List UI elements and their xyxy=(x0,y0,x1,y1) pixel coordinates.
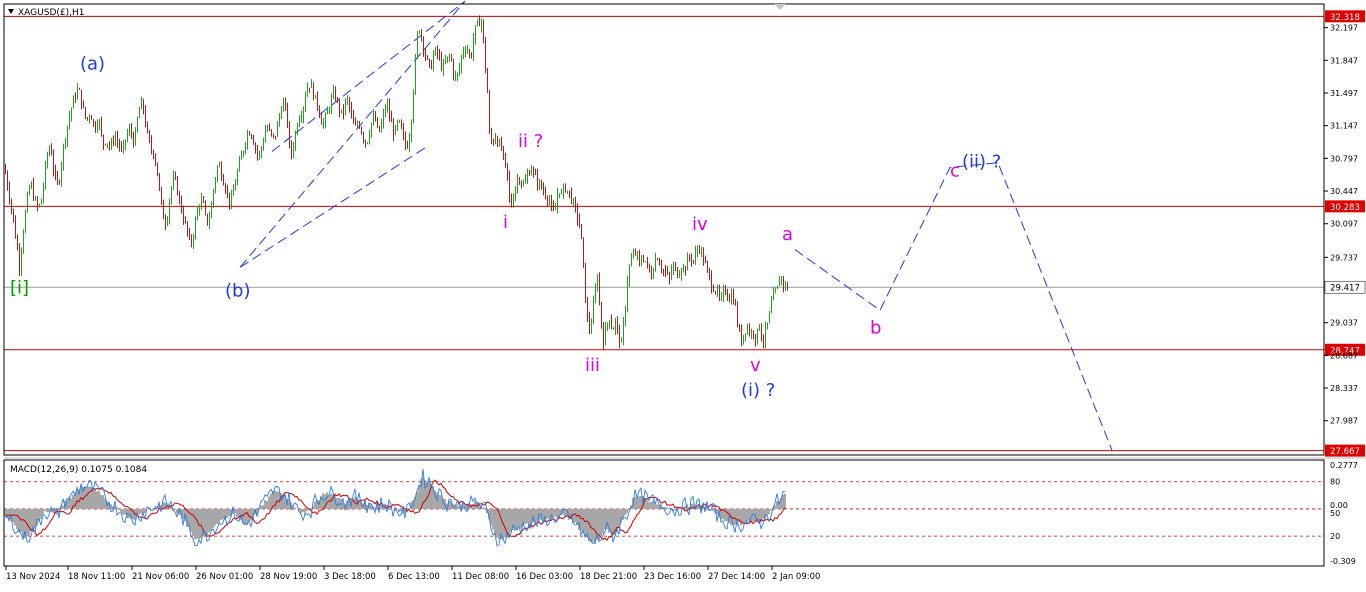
x-tick-label: 6 Dec 13:00 xyxy=(388,572,440,582)
price-tag-29.417: 29.417 xyxy=(1330,284,1360,294)
price-tag-32.318: 32.318 xyxy=(1330,13,1360,23)
x-tick-label: 28 Nov 19:00 xyxy=(260,572,317,582)
y-tick-label: 29.037 xyxy=(1330,319,1358,328)
price-tag-27.667: 27.667 xyxy=(1330,447,1360,457)
macd-tick-label: 50 xyxy=(1330,509,1340,518)
wave-label: (b) xyxy=(225,280,250,301)
x-tick-label: 27 Dec 14:00 xyxy=(708,572,765,582)
x-tick-label: 16 Dec 03:00 xyxy=(516,572,573,582)
macd-label: MACD(12,26,9) 0.1075 0.1084 xyxy=(10,465,147,475)
wave-label: ii ? xyxy=(518,131,543,152)
y-tick-label: 28.337 xyxy=(1330,384,1358,393)
x-tick-label: 18 Dec 21:00 xyxy=(580,572,637,582)
x-tick-label: 18 Nov 11:00 xyxy=(68,572,125,582)
wave-label: (ii) ? xyxy=(962,151,1001,172)
wave-label: b xyxy=(870,318,881,339)
wave-label: iv xyxy=(692,214,708,235)
y-tick-label: 30.797 xyxy=(1330,154,1358,163)
wave-label: [i] xyxy=(10,277,29,298)
wave-label: (a) xyxy=(80,53,105,74)
wave-label: (i) ? xyxy=(741,380,775,401)
y-tick-label: 28.687 xyxy=(1330,351,1358,360)
wave-label: iii xyxy=(585,355,600,376)
y-tick-label: 30.097 xyxy=(1330,220,1358,229)
wave-label: c xyxy=(950,161,960,182)
y-tick-label: 31.147 xyxy=(1330,122,1358,131)
y-tick-label: 32.197 xyxy=(1330,24,1358,33)
y-tick-label: 27.987 xyxy=(1330,417,1358,426)
wave-label: v xyxy=(750,355,761,376)
macd-tick-label: 20 xyxy=(1330,532,1340,541)
macd-tick-label: 0.2777 xyxy=(1330,461,1358,470)
x-tick-label: 2 Jan 09:00 xyxy=(772,572,820,582)
x-tick-label: 21 Nov 06:00 xyxy=(132,572,189,582)
x-tick-label: 3 Dec 18:00 xyxy=(324,572,376,582)
y-tick-label: 29.737 xyxy=(1330,253,1358,262)
symbol-label: XAGUSD(£),H1 xyxy=(18,8,84,18)
y-tick-label: 31.847 xyxy=(1330,56,1358,65)
chart-background xyxy=(0,0,1366,588)
macd-tick-label: 80 xyxy=(1330,478,1340,487)
x-tick-label: 23 Dec 16:00 xyxy=(644,572,701,582)
chart-window[interactable]: [i] (a) (b) i ii ? iii iv v (i) ? a b c (ii) ? 32.31… xyxy=(0,0,1366,588)
x-tick-label: 26 Nov 01:00 xyxy=(196,572,253,582)
price-chart-svg[interactable]: [i] (a) (b) i ii ? iii iv v (i) ? a b c (ii) ? 32.31… xyxy=(0,0,1366,588)
price-tag-30.283: 30.283 xyxy=(1330,203,1360,213)
y-tick-label: 31.497 xyxy=(1330,89,1358,98)
y-tick-label: 30.447 xyxy=(1330,187,1358,196)
x-tick-label: 11 Dec 08:00 xyxy=(452,572,509,582)
wave-label: a xyxy=(782,224,793,245)
x-tick-label: 13 Nov 2024 xyxy=(6,572,60,582)
macd-tick-label: -0.309 xyxy=(1330,557,1356,566)
wave-label: i xyxy=(503,212,508,233)
